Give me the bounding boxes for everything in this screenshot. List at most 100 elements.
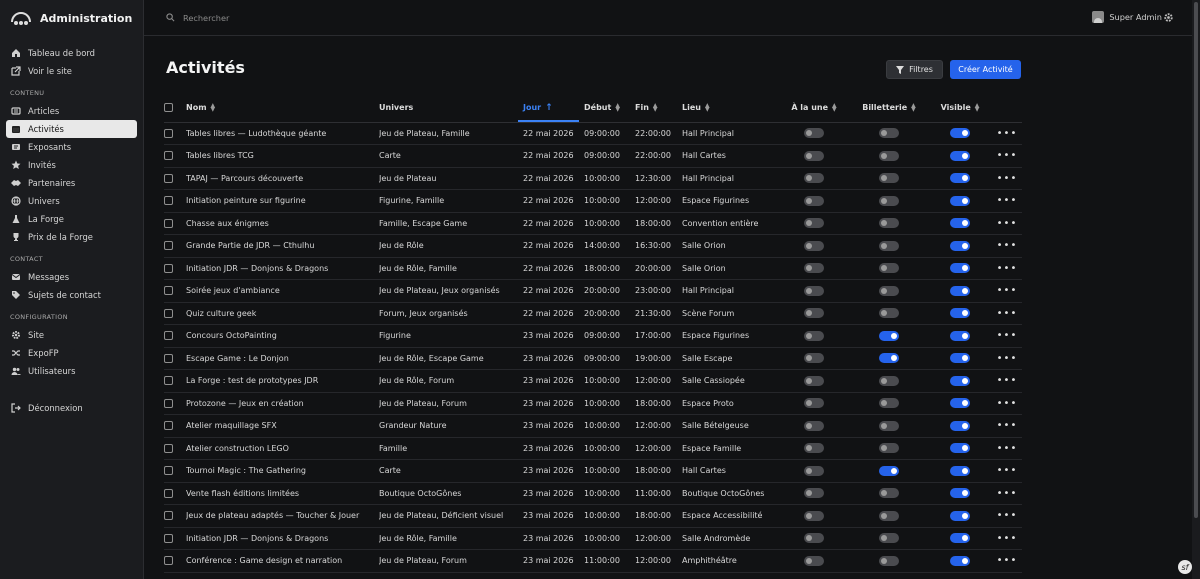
ticketing-toggle[interactable] (879, 443, 899, 454)
sidebar-item-partenaires[interactable]: Partenaires (6, 174, 137, 192)
table-row[interactable]: Initiation JDR — Donjons & Dragons Jeu de… (164, 257, 1022, 280)
table-row[interactable]: Atelier construction LEGO Famille 23 mai 2… (164, 437, 1022, 460)
more-actions-icon[interactable]: ••• (997, 150, 1018, 161)
featured-toggle[interactable] (804, 353, 824, 364)
featured-toggle[interactable] (804, 308, 824, 319)
row-checkbox[interactable] (164, 241, 173, 251)
table-row[interactable]: TAPAJ — Parcours découverte Jeu de Platea… (164, 167, 1022, 190)
visible-toggle[interactable] (950, 330, 970, 341)
table-row[interactable]: Concours OctoPainting Figurine 23 mai 2026… (164, 324, 1022, 348)
sidebar-item-sujets-de-contact[interactable]: Sujets de contact (6, 286, 137, 304)
sidebar-item-site[interactable]: Site (6, 326, 137, 344)
ticketing-toggle[interactable] (879, 263, 899, 274)
sidebar-item-tableau-de-bord[interactable]: Tableau de bord (6, 44, 137, 62)
ticketing-toggle[interactable] (879, 173, 899, 184)
visible-toggle[interactable] (950, 240, 970, 251)
col-header-place[interactable]: Lieu ▲ ▼ (678, 94, 778, 123)
row-checkbox[interactable] (164, 376, 173, 386)
visible-toggle[interactable] (950, 128, 970, 139)
table-row[interactable]: Vente flash éditions limitées Boutique Oc… (164, 482, 1022, 505)
scrollbar-thumb[interactable] (1194, 2, 1198, 518)
featured-toggle[interactable] (804, 285, 824, 296)
sidebar-item-utilisateurs[interactable]: Utilisateurs (6, 362, 137, 380)
ticketing-toggle[interactable] (879, 308, 899, 319)
brand[interactable]: Administration (0, 0, 143, 36)
table-row[interactable]: Jeux de plateau adaptés — Toucher & Joue… (164, 504, 1022, 528)
table-row[interactable]: Tables libres TCG Carte 22 mai 2026 09:00:0… (164, 144, 1022, 168)
table-row[interactable]: Initiation peinture sur figurine Figurine… (164, 189, 1022, 213)
table-row[interactable]: La Forge : test de prototypes JDR Jeu de … (164, 369, 1022, 393)
ticketing-toggle[interactable] (879, 398, 899, 409)
row-checkbox[interactable] (164, 286, 173, 296)
col-header-end[interactable]: Fin ▲ ▼ (631, 94, 678, 123)
ticketing-toggle[interactable] (879, 555, 899, 566)
row-checkbox[interactable] (164, 263, 173, 273)
more-actions-icon[interactable]: ••• (997, 465, 1018, 476)
table-row[interactable]: Initiation JDR — Donjons & Dragons Jeu de… (164, 527, 1022, 550)
visible-toggle[interactable] (950, 218, 970, 229)
more-actions-icon[interactable]: ••• (997, 420, 1018, 431)
more-actions-icon[interactable]: ••• (997, 195, 1018, 206)
visible-toggle[interactable] (950, 488, 970, 499)
sidebar-item-voir-le-site[interactable]: Voir le site (6, 62, 137, 80)
row-checkbox[interactable] (164, 196, 173, 206)
sidebar-item-messages[interactable]: Messages (6, 268, 137, 286)
ticketing-toggle[interactable] (879, 285, 899, 296)
select-all-checkbox[interactable] (164, 103, 173, 113)
ticketing-toggle[interactable] (879, 488, 899, 499)
sidebar-item-prix-de-la-forge[interactable]: Prix de la Forge (6, 228, 137, 246)
ticketing-toggle[interactable] (879, 195, 899, 206)
more-actions-icon[interactable]: ••• (997, 128, 1018, 139)
featured-toggle[interactable] (804, 173, 824, 184)
debug-toolbar-icon[interactable]: sf (1178, 560, 1192, 574)
visible-toggle[interactable] (950, 263, 970, 274)
more-actions-icon[interactable]: ••• (997, 285, 1018, 296)
sidebar-item-la-forge[interactable]: La Forge (6, 210, 137, 228)
featured-toggle[interactable] (804, 150, 824, 161)
visible-toggle[interactable] (950, 150, 970, 161)
table-row[interactable]: Chasse aux énigmes Famille, Escape Game 22… (164, 212, 1022, 235)
featured-toggle[interactable] (804, 443, 824, 454)
more-actions-icon[interactable]: ••• (997, 443, 1018, 454)
featured-toggle[interactable] (804, 533, 824, 544)
ticketing-toggle[interactable] (879, 353, 899, 364)
row-checkbox[interactable] (164, 151, 173, 161)
col-header-start[interactable]: Début ▲ ▼ (579, 94, 631, 123)
featured-toggle[interactable] (804, 263, 824, 274)
visible-toggle[interactable] (950, 533, 970, 544)
row-checkbox[interactable] (164, 331, 173, 341)
col-header-ticketing[interactable]: Billetterie ▲ ▼ (850, 94, 928, 123)
row-checkbox[interactable] (164, 466, 173, 476)
featured-toggle[interactable] (804, 195, 824, 206)
row-checkbox[interactable] (164, 511, 173, 521)
more-actions-icon[interactable]: ••• (997, 488, 1018, 499)
more-actions-icon[interactable]: ••• (997, 263, 1018, 274)
more-actions-icon[interactable]: ••• (997, 555, 1018, 566)
row-checkbox[interactable] (164, 488, 173, 498)
sidebar-item-articles[interactable]: Articles (6, 102, 137, 120)
table-row[interactable]: Soirée jeux d'ambiance Jeu de Plateau, Je… (164, 279, 1022, 303)
sidebar-item-invites[interactable]: Invités (6, 156, 137, 174)
sidebar-item-univers[interactable]: Univers (6, 192, 137, 210)
settings-gear-icon[interactable] (1163, 12, 1174, 23)
more-actions-icon[interactable]: ••• (997, 308, 1018, 319)
visible-toggle[interactable] (950, 555, 970, 566)
featured-toggle[interactable] (804, 510, 824, 521)
ticketing-toggle[interactable] (879, 510, 899, 521)
visible-toggle[interactable] (950, 443, 970, 454)
featured-toggle[interactable] (804, 128, 824, 139)
user-menu[interactable]: Super Admin (1092, 11, 1162, 23)
featured-toggle[interactable] (804, 240, 824, 251)
filter-button[interactable]: Filtres (886, 60, 943, 79)
row-checkbox[interactable] (164, 556, 173, 566)
visible-toggle[interactable] (950, 173, 970, 184)
table-row[interactable]: Conférence : Game design et narration Jeu… (164, 549, 1022, 573)
col-header-day[interactable]: Jour ↑ (518, 94, 579, 123)
row-checkbox[interactable] (164, 308, 173, 318)
table-row[interactable]: Tournoi Magic : The Gathering Carte 23 mai… (164, 459, 1022, 483)
visible-toggle[interactable] (950, 420, 970, 431)
col-header-name[interactable]: Nom ▲ ▼ (186, 94, 379, 123)
row-checkbox[interactable] (164, 128, 173, 138)
sidebar-item-expofp[interactable]: ExpoFP (6, 344, 137, 362)
ticketing-toggle[interactable] (879, 420, 899, 431)
